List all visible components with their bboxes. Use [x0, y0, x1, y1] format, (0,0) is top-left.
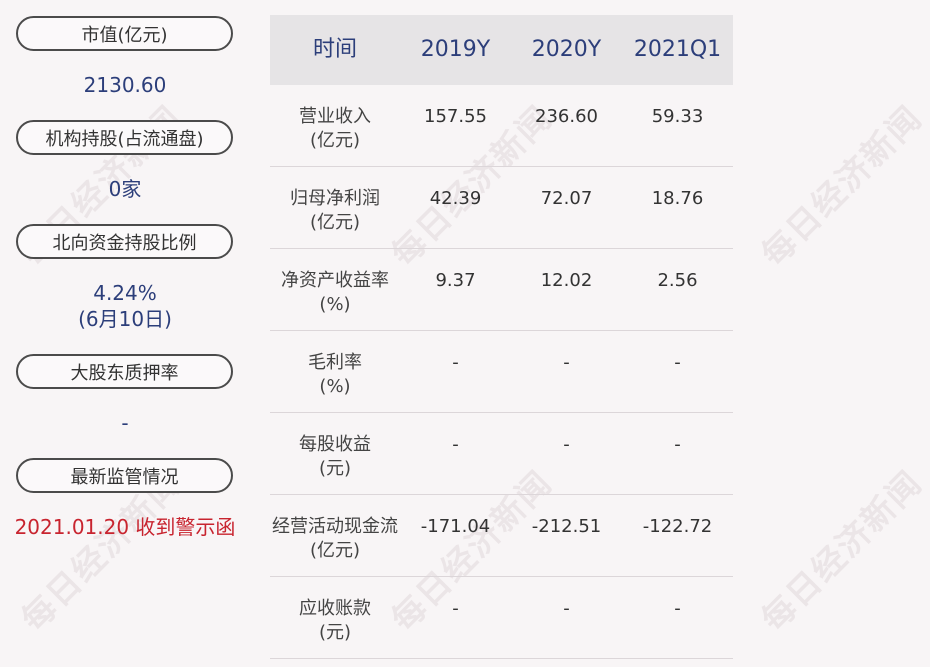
- pledge-value: -: [121, 411, 129, 435]
- cell: 9.37: [435, 270, 476, 291]
- table-row: 每股收益 (元) - - -: [270, 413, 733, 495]
- cell: -: [452, 598, 459, 619]
- row-label: 经营活动现金流 (亿元): [270, 515, 400, 563]
- market-cap-label: 市值(亿元): [16, 16, 233, 51]
- cell: -: [674, 598, 681, 619]
- row-unit: (亿元): [309, 130, 361, 151]
- cell: -171.04: [420, 516, 491, 537]
- header-period: 时间: [312, 37, 357, 62]
- table-row: 营业收入 (亿元) 157.55 236.60 59.33: [270, 85, 733, 167]
- inst-holding-label: 机构持股(占流通盘): [16, 120, 233, 155]
- cell: 157.55: [424, 106, 487, 127]
- watermark: 每日经济新闻: [753, 462, 930, 639]
- row-label: 归母净利润 (亿元): [270, 187, 400, 235]
- inst-holding-value: 0家: [108, 177, 142, 201]
- cell: -122.72: [642, 516, 713, 537]
- row-label: 营业收入 (亿元): [270, 105, 400, 153]
- table-row: 归母净利润 (亿元) 42.39 72.07 18.76: [270, 167, 733, 249]
- row-label-text: 每股收益: [299, 434, 371, 455]
- cell: 2.56: [657, 270, 698, 291]
- table-row: 毛利率 (%) - - -: [270, 331, 733, 413]
- row-unit: (亿元): [309, 212, 361, 233]
- cell: 42.39: [429, 188, 482, 209]
- cell: -: [563, 434, 570, 455]
- table-row: 净资产收益率 (%) 9.37 12.02 2.56: [270, 249, 733, 331]
- row-label: 应收账款 (元): [270, 597, 400, 645]
- cell: -: [452, 434, 459, 455]
- row-label-text: 应收账款: [299, 598, 371, 619]
- cell: -: [452, 352, 459, 373]
- row-label-text: 毛利率: [308, 352, 362, 373]
- cell: -: [563, 352, 570, 373]
- header-2019y: 2019Y: [420, 37, 491, 62]
- regulation-value: 2021.01.20 收到警示函: [14, 515, 236, 539]
- cell: -: [674, 434, 681, 455]
- market-cap-value: 2130.60: [83, 73, 167, 97]
- table-header: 时间 2019Y 2020Y 2021Q1: [270, 15, 733, 85]
- northbound-value: 4.24%: [93, 281, 157, 305]
- cell: -212.51: [531, 516, 602, 537]
- row-unit: (元): [318, 622, 352, 643]
- header-2020y: 2020Y: [531, 37, 602, 62]
- table-row: 应收账款 (元) - - -: [270, 577, 733, 659]
- pledge-label: 大股东质押率: [16, 354, 233, 389]
- row-label: 每股收益 (元): [270, 433, 400, 481]
- row-label-text: 归母净利润: [290, 188, 380, 209]
- cell: 236.60: [535, 106, 598, 127]
- watermark: 每日经济新闻: [753, 97, 930, 274]
- cell: 18.76: [651, 188, 704, 209]
- row-label-text: 净资产收益率: [281, 270, 389, 291]
- row-unit: (%): [319, 294, 351, 315]
- cell: 72.07: [540, 188, 593, 209]
- row-label: 净资产收益率 (%): [270, 269, 400, 317]
- header-2021q1: 2021Q1: [633, 37, 722, 62]
- northbound-label: 北向资金持股比例: [16, 224, 233, 259]
- row-label: 毛利率 (%): [270, 351, 400, 399]
- cell: 12.02: [540, 270, 593, 291]
- cell: -: [563, 598, 570, 619]
- row-unit: (亿元): [309, 540, 361, 561]
- row-unit: (%): [319, 376, 351, 397]
- cell: 59.33: [651, 106, 704, 127]
- table-row: 经营活动现金流 (亿元) -171.04 -212.51 -122.72: [270, 495, 733, 577]
- northbound-date: (6月10日): [78, 307, 172, 331]
- row-label-text: 营业收入: [299, 106, 371, 127]
- row-label-text: 经营活动现金流: [272, 516, 398, 537]
- financial-table: 时间 2019Y 2020Y 2021Q1 营业收入 (亿元) 157.55 23…: [270, 15, 733, 659]
- cell: -: [674, 352, 681, 373]
- regulation-label: 最新监管情况: [16, 458, 233, 493]
- row-unit: (元): [318, 458, 352, 479]
